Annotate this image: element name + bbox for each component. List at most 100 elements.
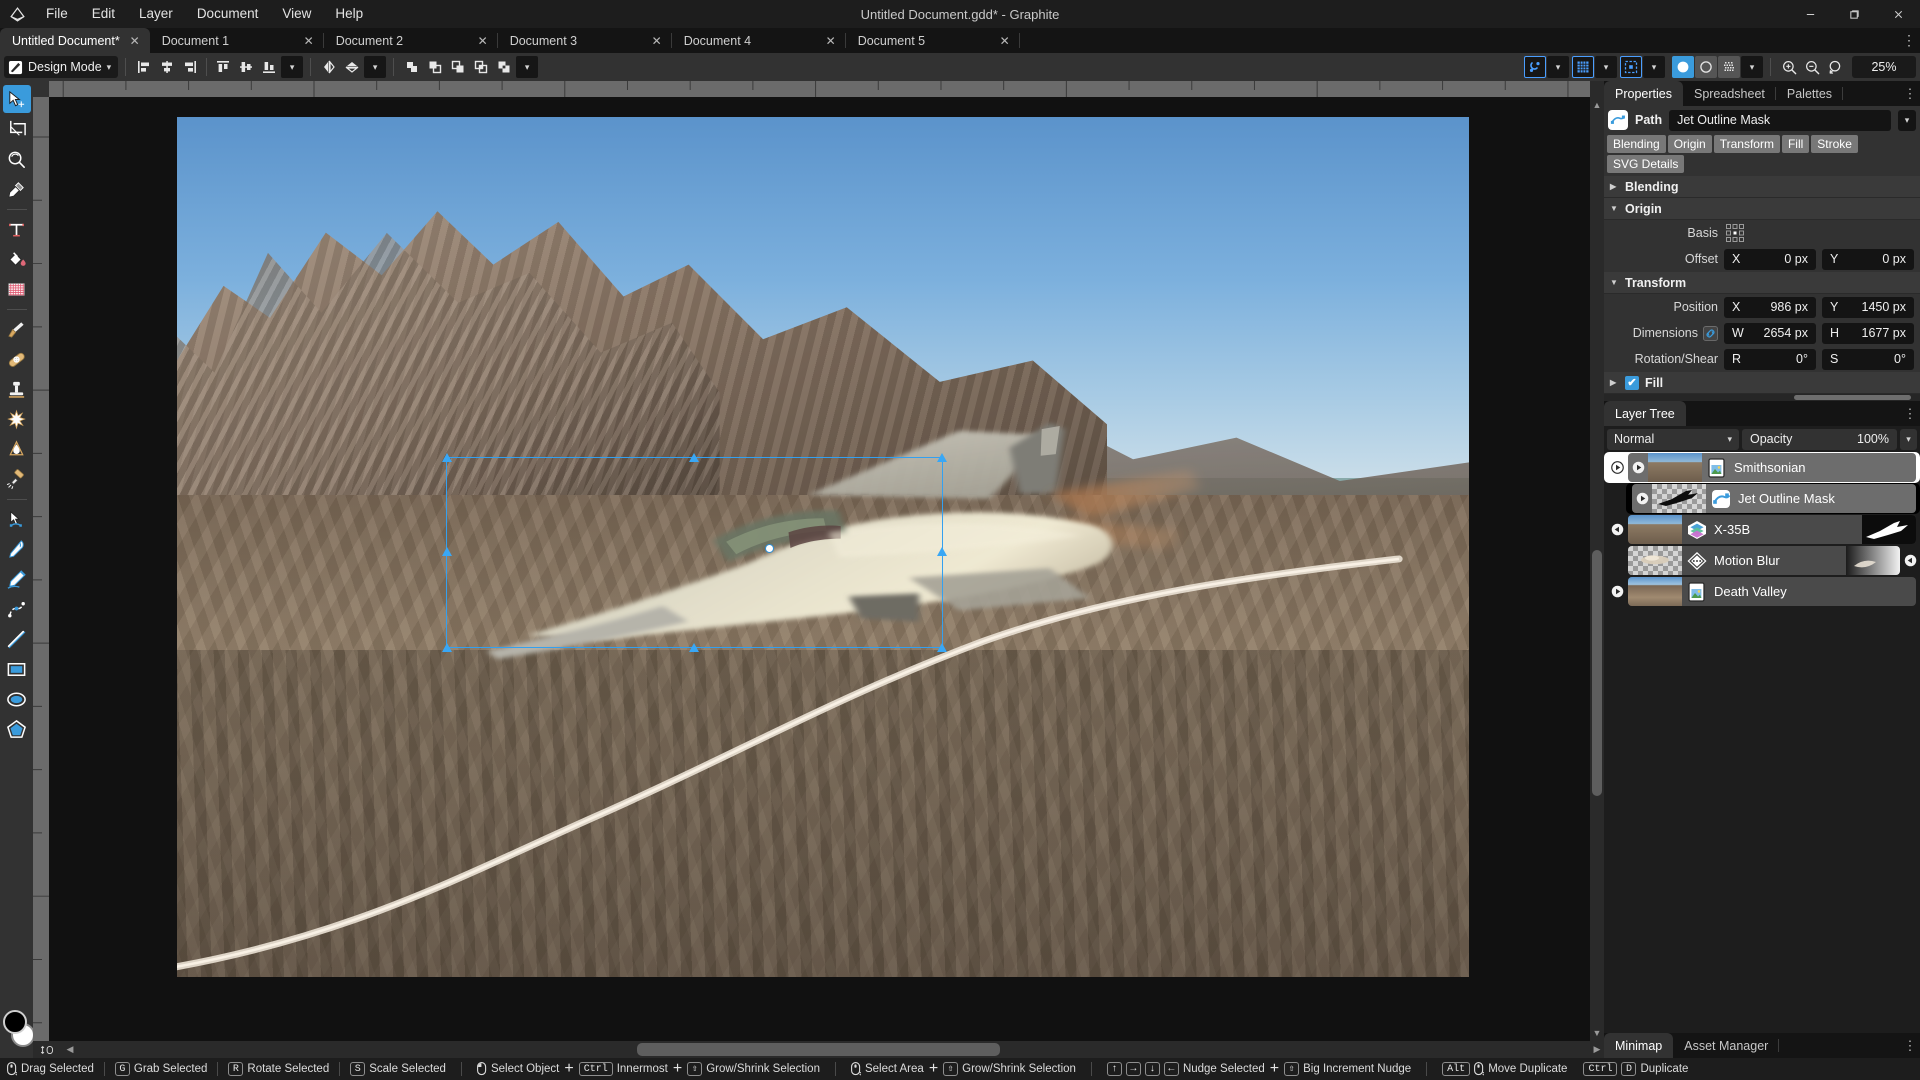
align-top-icon[interactable] [212,56,234,78]
boolean-options-dropdown[interactable]: ▾ [516,56,539,78]
tab-close-icon[interactable]: ✕ [824,34,838,48]
layer-chip[interactable]: Smithsonian [1628,453,1916,482]
tool-freehand[interactable] [3,565,31,593]
canvas-vertical-scrollbar[interactable]: ▲ ▼ [1590,97,1604,1041]
section-blending[interactable]: ▶ Blending [1604,176,1920,198]
menu-file[interactable]: File [34,2,80,26]
tool-spline[interactable] [3,595,31,623]
rotation-r-input[interactable]: R 0° [1724,348,1816,370]
tool-gradient[interactable] [3,275,31,303]
tab-close-icon[interactable]: ✕ [302,34,316,48]
overlays-options-dropdown[interactable]: ▾ [1643,56,1665,78]
document-tab-4[interactable]: Document 4 ✕ [672,28,846,53]
tab-close-icon[interactable]: ✕ [998,34,1012,48]
color-swatches[interactable] [2,1010,35,1052]
section-fill[interactable]: ▶ ✔ Fill [1604,372,1920,394]
vertical-scroll-thumb[interactable] [1592,550,1602,796]
opacity-options-dropdown[interactable]: ▾ [1900,428,1917,450]
align-right-icon[interactable] [179,56,201,78]
section-origin[interactable]: ▼ Origin [1604,198,1920,220]
tool-polygon[interactable] [3,715,31,743]
dimensions-h-input[interactable]: H 1677 px [1822,322,1914,344]
artboard-photo[interactable] [177,117,1469,977]
horizontal-scroll-thumb[interactable] [636,1043,1000,1056]
scroll-up-icon[interactable]: ▲ [1590,99,1604,111]
document-tab-1[interactable]: Document 1 ✕ [150,28,324,53]
document-tab-untitled[interactable]: Untitled Document* ✕ [0,28,150,53]
canvas-viewport[interactable] [49,97,1590,1041]
layer-chip[interactable]: Motion Blur [1628,546,1900,575]
origin-basis-grid-icon[interactable] [1724,222,1746,244]
view-mode-options-dropdown[interactable]: ▾ [1741,56,1763,78]
shear-s-input[interactable]: S 0° [1822,348,1914,370]
link-icon[interactable] [1703,325,1718,341]
boolean-union-icon[interactable] [401,56,423,78]
layer-chip[interactable]: X-35B [1628,515,1916,544]
position-x-input[interactable]: X 986 px [1724,296,1816,318]
tool-brush[interactable] [3,315,31,343]
flip-options-dropdown[interactable]: ▾ [364,56,387,78]
menu-layer[interactable]: Layer [127,2,185,26]
document-tab-3[interactable]: Document 3 ✕ [498,28,672,53]
maximize-button[interactable] [1832,0,1876,28]
tool-navigate[interactable] [3,145,31,173]
chip-transform[interactable]: Transform [1713,135,1780,153]
align-vertical-center-icon[interactable] [235,56,257,78]
properties-overflow-icon[interactable]: ⋮ [1900,81,1920,106]
primary-color-swatch[interactable] [2,1010,27,1034]
layer-chip[interactable]: Death Valley [1628,577,1916,606]
menu-edit[interactable]: Edit [80,2,127,26]
boolean-subtract-front-icon[interactable] [424,56,446,78]
layer-tree-overflow-icon[interactable]: ⋮ [1900,401,1920,426]
layer-row-jet-outline-mask[interactable]: Jet Outline Mask [1604,483,1920,514]
minimize-button[interactable] [1788,0,1832,28]
view-mode-outline-icon[interactable] [1695,56,1717,78]
menu-view[interactable]: View [270,2,323,26]
design-mode-dropdown[interactable]: Design Mode ▾ [4,56,119,78]
jet-aircraft[interactable] [487,401,1211,659]
scroll-left-icon[interactable]: ◀ [63,1041,77,1058]
tab-close-icon[interactable]: ✕ [128,34,142,48]
opacity-input[interactable]: Opacity 100% [1742,428,1897,450]
tool-eyedropper[interactable] [3,175,31,203]
offset-x-input[interactable]: X 0 px [1724,248,1816,270]
tab-properties[interactable]: Properties [1604,81,1683,106]
properties-scroll-track[interactable] [1604,394,1920,401]
align-left-icon[interactable] [133,56,155,78]
scroll-down-icon[interactable]: ▼ [1590,1027,1604,1039]
section-transform[interactable]: ▼ Transform [1604,272,1920,294]
vertical-ruler[interactable] [33,97,49,1041]
tool-line[interactable] [3,625,31,653]
document-tab-5[interactable]: Document 5 ✕ [846,28,1020,53]
position-y-input[interactable]: Y 1450 px [1822,296,1914,318]
chip-fill[interactable]: Fill [1781,135,1810,153]
zoom-out-icon[interactable] [1801,56,1823,78]
layer-visibility-toggle[interactable] [1606,523,1628,536]
chip-svg-details[interactable]: SVG Details [1607,155,1685,173]
tab-palettes[interactable]: Palettes [1776,81,1844,106]
layer-row-smithsonian[interactable]: Smithsonian [1604,452,1920,483]
tool-artboard[interactable] [3,115,31,143]
tool-text[interactable] [3,215,31,243]
grid-icon[interactable] [1572,56,1594,78]
tab-overflow-icon[interactable]: ⋮ [1898,28,1920,53]
view-mode-normal-icon[interactable] [1672,56,1694,78]
document-tab-2[interactable]: Document 2 ✕ [324,28,498,53]
layer-row-x35b[interactable]: X-35B [1604,514,1920,545]
tool-select[interactable] [2,85,31,113]
layer-row-motion-blur[interactable]: Motion Blur [1604,545,1920,576]
layer-visibility-toggle[interactable] [1606,461,1628,474]
snapping-options-dropdown[interactable]: ▾ [1547,56,1569,78]
layer-expand-toggle[interactable] [1628,461,1648,474]
grid-options-dropdown[interactable]: ▾ [1595,56,1617,78]
horizontal-scroll-track[interactable] [77,1041,1590,1058]
tool-pen[interactable] [3,535,31,563]
node-name-input[interactable]: Jet Outline Mask [1669,109,1891,131]
bottom-panel-overflow-icon[interactable]: ⋮ [1900,1033,1920,1058]
transform-pivot[interactable] [764,543,774,553]
offset-y-input[interactable]: Y 0 px [1822,248,1914,270]
tool-relight[interactable] [3,465,31,493]
tab-close-icon[interactable]: ✕ [650,34,664,48]
tool-patch[interactable] [3,405,31,433]
tool-rectangle[interactable] [3,655,31,683]
